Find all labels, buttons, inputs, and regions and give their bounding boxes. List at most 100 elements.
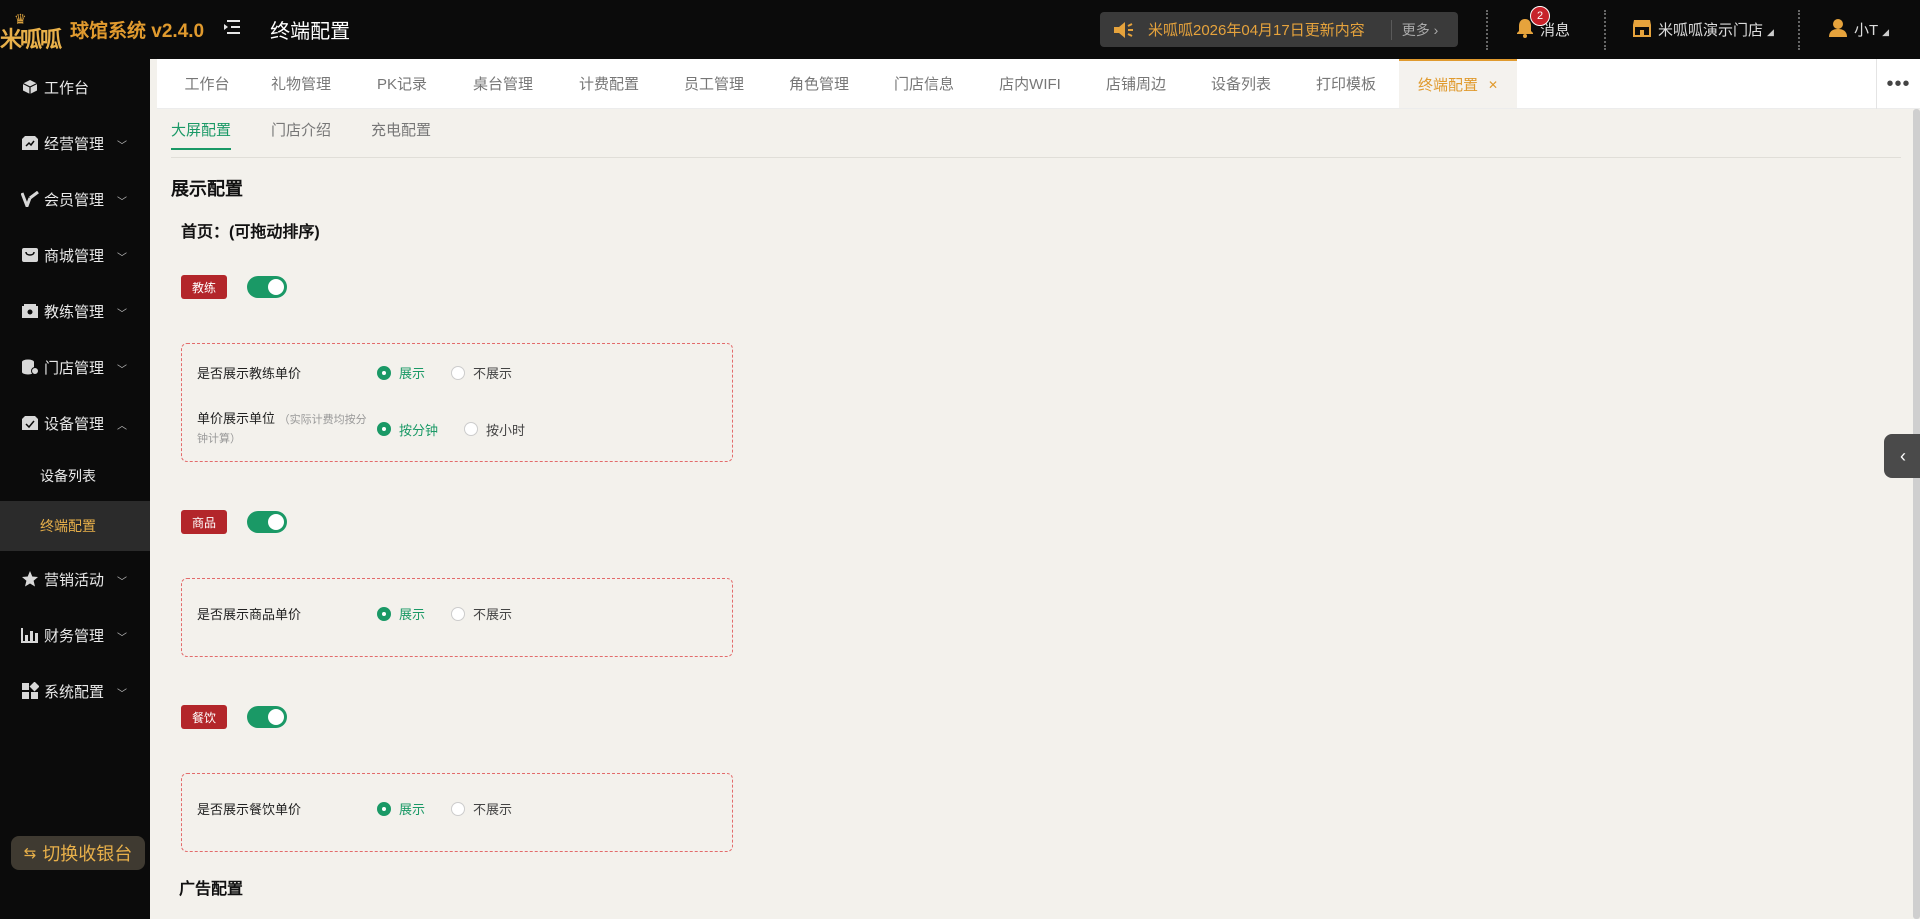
radio-per-hour[interactable]: 按小时 bbox=[464, 420, 525, 439]
tab-label: 计费配置 bbox=[578, 76, 639, 93]
sidebar-subitem-label: 终端配置 bbox=[40, 518, 96, 534]
collapse-panel-button[interactable]: ‹ bbox=[1884, 434, 1920, 478]
section-title-display: 展示配置 bbox=[171, 179, 243, 199]
menu-toggle-icon[interactable] bbox=[220, 18, 244, 42]
sidebar-item-label: 门店管理 bbox=[44, 359, 105, 377]
store-icon bbox=[20, 133, 40, 153]
coach-price-row: 是否展示教练单价 展示 不展示 bbox=[197, 363, 538, 382]
sidebar-item-label: 经营管理 bbox=[44, 135, 105, 153]
subtab-charging[interactable]: 充电配置 bbox=[371, 119, 431, 150]
tab-label: 店内WIFI bbox=[999, 76, 1061, 93]
star-icon bbox=[20, 569, 40, 589]
goods-toggle[interactable] bbox=[247, 511, 287, 533]
tab-gifts[interactable]: 礼物管理 bbox=[247, 59, 355, 108]
sidebar-item-label: 系统配置 bbox=[44, 683, 105, 701]
tab-tables[interactable]: 桌台管理 bbox=[449, 59, 557, 108]
radio-dot bbox=[377, 606, 391, 621]
tab-label: 设备列表 bbox=[1210, 76, 1271, 93]
food-toggle[interactable] bbox=[247, 706, 287, 728]
user-menu[interactable]: 小T ◢ bbox=[1828, 0, 1889, 59]
sidebar-item-marketing[interactable]: 营销活动 ﹀ bbox=[0, 551, 150, 607]
sidebar-item-label: 会员管理 bbox=[44, 191, 105, 209]
tab-label: 打印模板 bbox=[1315, 76, 1376, 93]
more-icon[interactable]: ••• bbox=[1876, 59, 1920, 109]
store-icon bbox=[1632, 19, 1652, 41]
switch-cashier-label: 切换收银台 bbox=[42, 844, 133, 864]
sidebar-item-coaches[interactable]: 教练管理 ﹀ bbox=[0, 283, 150, 339]
radio-label: 不展示 bbox=[473, 802, 513, 817]
sidebar-item-members[interactable]: 会员管理 ﹀ bbox=[0, 171, 150, 227]
switch-cashier-button[interactable]: ⇆ 切换收银台 bbox=[11, 836, 145, 870]
cube-icon bbox=[20, 77, 40, 97]
subtab-store-intro[interactable]: 门店介绍 bbox=[271, 119, 331, 150]
top-bar: ♛ 米呱呱 球馆系统 v2.4.0 终端配置 米呱呱2026年04月17日更新内… bbox=[0, 0, 1920, 59]
row-label-text: 单价展示单位 bbox=[197, 411, 276, 426]
tab-roles[interactable]: 角色管理 bbox=[767, 59, 871, 108]
sidebar-item-stores[interactable]: 门店管理 ﹀ bbox=[0, 339, 150, 395]
sidebar-item-label: 工作台 bbox=[44, 79, 90, 97]
tab-billing[interactable]: 计费配置 bbox=[557, 59, 661, 108]
sidebar-subitem-terminal-config[interactable]: 终端配置 bbox=[0, 501, 150, 551]
tab-label: 礼物管理 bbox=[270, 76, 331, 93]
radio-label: 不展示 bbox=[473, 366, 513, 381]
store-selector[interactable]: 米呱呱演示门店 ◢ bbox=[1632, 0, 1774, 59]
messages-button[interactable]: 2 消息 bbox=[1516, 0, 1570, 59]
sidebar-item-business[interactable]: 经营管理 ﹀ bbox=[0, 115, 150, 171]
chevron-right-icon: › bbox=[1433, 21, 1439, 38]
coach-tag[interactable]: 教练 bbox=[181, 275, 227, 299]
sidebar-item-finance[interactable]: 财务管理 ﹀ bbox=[0, 607, 150, 663]
radio-hide[interactable]: 不展示 bbox=[451, 604, 512, 623]
store-name: 米呱呱演示门店 bbox=[1658, 22, 1764, 39]
food-tag[interactable]: 餐饮 bbox=[181, 705, 227, 729]
radio-hide[interactable]: 不展示 bbox=[451, 799, 512, 818]
tab-label: 角色管理 bbox=[788, 76, 849, 93]
tab-workbench[interactable]: 工作台 bbox=[167, 59, 247, 108]
close-icon[interactable]: ✕ bbox=[1488, 78, 1498, 92]
notice-text[interactable]: 米呱呱2026年04月17日更新内容 bbox=[1148, 19, 1365, 40]
section-title-ads: 广告配置 bbox=[179, 881, 244, 898]
row-label: 单价展示单位 （实际计费均按分钟计算） bbox=[197, 410, 377, 448]
user-icon bbox=[1828, 18, 1848, 42]
logo: ♛ 米呱呱 bbox=[0, 10, 62, 53]
sidebar-item-workbench[interactable]: 工作台 bbox=[0, 59, 150, 115]
tab-nearby[interactable]: 店铺周边 bbox=[1083, 59, 1189, 108]
sidebar-item-system[interactable]: 系统配置 ﹀ bbox=[0, 663, 150, 719]
tab-bar: 工作台 礼物管理 PK记录 桌台管理 计费配置 员工管理 角色管理 门店信息 店… bbox=[157, 59, 1920, 109]
sidebar-item-mall[interactable]: 商城管理 ﹀ bbox=[0, 227, 150, 283]
tab-print-templates[interactable]: 打印模板 bbox=[1293, 59, 1399, 108]
sidebar-item-label: 财务管理 bbox=[44, 627, 105, 645]
subtab-big-screen[interactable]: 大屏配置 bbox=[171, 119, 232, 150]
sidebar-item-label: 商城管理 bbox=[44, 247, 105, 265]
radio-dot bbox=[377, 801, 391, 816]
notice-more-link[interactable]: 更多 › bbox=[1402, 20, 1439, 40]
radio-dot bbox=[377, 365, 391, 380]
radio-per-minute[interactable]: 按分钟 bbox=[377, 420, 438, 439]
switch-icon: ⇆ bbox=[23, 845, 37, 862]
sidebar-subitem-device-list[interactable]: 设备列表 bbox=[0, 451, 150, 501]
tab-wifi[interactable]: 店内WIFI bbox=[977, 59, 1083, 108]
logo-text: 米呱呱 bbox=[0, 26, 62, 53]
tab-label: 员工管理 bbox=[683, 76, 744, 93]
radio-hide[interactable]: 不展示 bbox=[451, 363, 512, 382]
sidebar-item-devices[interactable]: 设备管理 ︿ bbox=[0, 395, 150, 451]
tab-store-info[interactable]: 门店信息 bbox=[871, 59, 977, 108]
tab-device-list[interactable]: 设备列表 bbox=[1189, 59, 1293, 108]
radio-show[interactable]: 展示 bbox=[377, 604, 425, 623]
tab-terminal-config[interactable]: 终端配置 ✕ bbox=[1399, 59, 1517, 108]
notice-more-label: 更多 bbox=[1401, 21, 1430, 38]
radio-label: 不展示 bbox=[473, 607, 513, 622]
radio-show[interactable]: 展示 bbox=[377, 363, 425, 382]
goods-tag[interactable]: 商品 bbox=[181, 510, 227, 534]
radio-show[interactable]: 展示 bbox=[377, 799, 425, 818]
coach-toggle[interactable] bbox=[247, 276, 287, 298]
radio-dot bbox=[377, 422, 391, 436]
message-count-badge: 2 bbox=[1530, 6, 1550, 26]
scrollbar[interactable] bbox=[1913, 109, 1920, 919]
update-notice[interactable]: 米呱呱2026年04月17日更新内容 更多 › bbox=[1100, 12, 1458, 47]
grid-icon bbox=[20, 681, 40, 701]
tab-staff[interactable]: 员工管理 bbox=[661, 59, 767, 108]
home-sort-title: 首页：(可拖动排序) bbox=[181, 224, 320, 241]
device-icon bbox=[20, 413, 40, 433]
user-name: 小T bbox=[1854, 22, 1879, 39]
tab-pk-records[interactable]: PK记录 bbox=[355, 59, 449, 108]
